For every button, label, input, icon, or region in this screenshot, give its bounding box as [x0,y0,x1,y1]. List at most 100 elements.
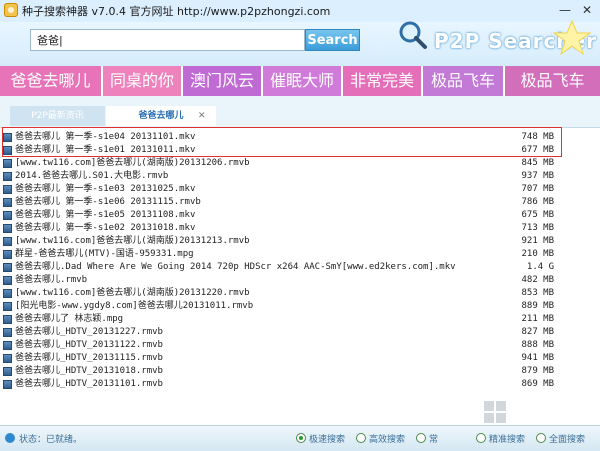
result-row[interactable]: 爸爸去哪儿 第一季-s1e05 20131108.mkv 675 MB [0,209,600,222]
video-file-icon [3,380,12,389]
result-filename: [www.tw116.com]爸爸去哪儿(湖南版)20131206.rmvb [15,158,250,168]
result-size: 853 MB [521,288,554,298]
video-file-icon [3,146,12,155]
close-button[interactable]: ✕ [578,2,596,18]
result-row[interactable]: 爸爸去哪儿 第一季-s1e04 20131101.mkv 748 MB [0,131,600,144]
title-bar: 种子搜索神器 v7.0.4 官方网址 http://www.p2pzhongzi… [0,0,600,23]
window-title: 种子搜索神器 v7.0.4 官方网址 http://www.p2pzhongzi… [22,5,331,18]
mode-label: 全面搜索 [549,435,586,445]
result-row[interactable]: [www.tw116.com]爸爸去哪儿(湖南版)20131220.rmvb 85… [0,287,600,300]
result-size: 921 MB [521,236,554,246]
result-row[interactable]: 爸爸去哪儿 第一季-s1e01 20131011.mkv 677 MB [0,144,600,157]
result-filename: 群星-爸爸去哪儿(MTV)-国语-959331.mpg [15,249,194,259]
result-row[interactable]: 爸爸去哪儿_HDTV_20131115.rmvb 941 MB [0,352,600,365]
video-file-icon [3,224,12,233]
mode-label: 极速搜索 [309,435,346,445]
video-file-icon [3,328,12,337]
result-filename: [阳光电影-www.ygdy8.com]爸爸去哪儿20131011.rmvb [15,301,254,311]
star-icon [552,19,592,56]
radio-selected-icon [296,433,306,443]
result-row[interactable]: 爸爸去哪儿了 林志颖.mpg 211 MB [0,313,600,326]
result-filename: 爸爸去哪儿 第一季-s1e02 20131018.mkv [15,223,196,233]
radio-icon [536,433,546,443]
result-filename: 爸爸去哪儿 第一季-s1e04 20131101.mkv [15,132,196,142]
result-size: 748 MB [521,132,554,142]
result-size: 827 MB [521,327,554,337]
tab-news[interactable]: P2P最新资讯 [10,106,105,126]
video-file-icon [3,263,12,272]
result-filename: 2014.爸爸去哪儿.S01.大电影.rmvb [15,171,169,181]
tab-bar: P2P最新资讯 爸爸去哪儿 ✕ [0,106,600,126]
result-filename: 爸爸去哪儿 第一季-s1e06 20131115.rmvb [15,197,201,207]
watermark-logo-icon [484,401,506,423]
result-size: 937 MB [521,171,554,181]
minimize-button[interactable]: — [556,2,574,18]
result-size: 707 MB [521,184,554,194]
result-filename: [www.tw116.com]爸爸去哪儿(湖南版)20131213.rmvb [15,236,250,246]
result-row[interactable]: [阳光电影-www.ygdy8.com]爸爸去哪儿20131011.rmvb 88… [0,300,600,313]
result-row[interactable]: 群星-爸爸去哪儿(MTV)-国语-959331.mpg 210 MB [0,248,600,261]
result-row[interactable]: [www.tw116.com]爸爸去哪儿(湖南版)20131206.rmvb 84… [0,157,600,170]
app-logo-icon [4,3,18,17]
category-button[interactable]: 极品飞车 [505,66,600,96]
result-filename: 爸爸去哪儿了 林志颖.mpg [15,314,124,324]
tab-close-icon[interactable]: ✕ [198,106,206,126]
result-size: 211 MB [521,314,554,324]
result-row[interactable]: 爸爸去哪儿_HDTV_20131018.rmvb 879 MB [0,365,600,378]
mode-label: 高效搜索 [369,435,406,445]
result-size: 786 MB [521,197,554,207]
result-row[interactable]: 爸爸去哪儿.rmvb 482 MB [0,274,600,287]
result-filename: 爸爸去哪儿_HDTV_20131101.rmvb [15,379,163,389]
category-button[interactable]: 爸爸去哪儿 [0,66,103,96]
result-row[interactable]: 爸爸去哪儿_HDTV_20131101.rmvb 869 MB [0,378,600,391]
mode-label: 精准搜索 [489,435,526,445]
result-row[interactable]: [www.tw116.com]爸爸去哪儿(湖南版)20131213.rmvb 92… [0,235,600,248]
status-text: 状态：已就绪。 [19,435,83,445]
category-button[interactable]: 澳门风云 [183,66,263,96]
result-size: 675 MB [521,210,554,220]
result-row[interactable]: 爸爸去哪儿_HDTV_20131227.rmvb 827 MB [0,326,600,339]
video-file-icon [3,354,12,363]
mode-label: 常 [429,435,439,445]
result-size: 888 MB [521,340,554,350]
result-filename: [www.tw116.com]爸爸去哪儿(湖南版)20131220.rmvb [15,288,250,298]
radio-icon [356,433,366,443]
category-button[interactable]: 同桌的你 [103,66,183,96]
status-icon [5,433,15,443]
video-file-icon [3,198,12,207]
result-size: 1.4 G [526,262,554,272]
result-row[interactable]: 爸爸去哪儿 第一季-s1e03 20131025.mkv 707 MB [0,183,600,196]
result-filename: 爸爸去哪儿.Dad Where Are We Going 2014 720p H… [15,262,456,272]
result-filename: 爸爸去哪儿 第一季-s1e05 20131108.mkv [15,210,196,220]
video-file-icon [3,211,12,220]
search-input[interactable]: 爸爸| [30,29,305,51]
video-file-icon [3,367,12,376]
result-row[interactable]: 爸爸去哪儿 第一季-s1e02 20131018.mkv 713 MB [0,222,600,235]
result-size: 845 MB [521,158,554,168]
category-button[interactable]: 非常完美 [343,66,423,96]
video-file-icon [3,289,12,298]
video-file-icon [3,237,12,246]
result-size: 879 MB [521,366,554,376]
result-size: 889 MB [521,301,554,311]
result-row[interactable]: 2014.爸爸去哪儿.S01.大电影.rmvb 937 MB [0,170,600,183]
result-size: 713 MB [521,223,554,233]
radio-icon [476,433,486,443]
category-button[interactable]: 极品飞车 [423,66,505,96]
video-file-icon [3,172,12,181]
video-file-icon [3,250,12,259]
result-row[interactable]: 爸爸去哪儿.Dad Where Are We Going 2014 720p H… [0,261,600,274]
result-filename: 爸爸去哪儿_HDTV_20131227.rmvb [15,327,163,337]
result-filename: 爸爸去哪儿 第一季-s1e01 20131011.mkv [15,145,196,155]
category-bar: 爸爸去哪儿 同桌的你 澳门风云 催眠大师 非常完美 极品飞车 极品飞车 [0,66,600,96]
category-button[interactable]: 催眠大师 [263,66,343,96]
video-file-icon [3,159,12,168]
result-row[interactable]: 爸爸去哪儿 第一季-s1e06 20131115.rmvb 786 MB [0,196,600,209]
search-button[interactable]: Search [305,29,360,51]
magnifier-icon [399,21,427,49]
result-size: 210 MB [521,249,554,259]
result-row[interactable]: 爸爸去哪儿_HDTV_20131122.rmvb 888 MB [0,339,600,352]
video-file-icon [3,341,12,350]
result-size: 869 MB [521,379,554,389]
result-size: 941 MB [521,353,554,363]
